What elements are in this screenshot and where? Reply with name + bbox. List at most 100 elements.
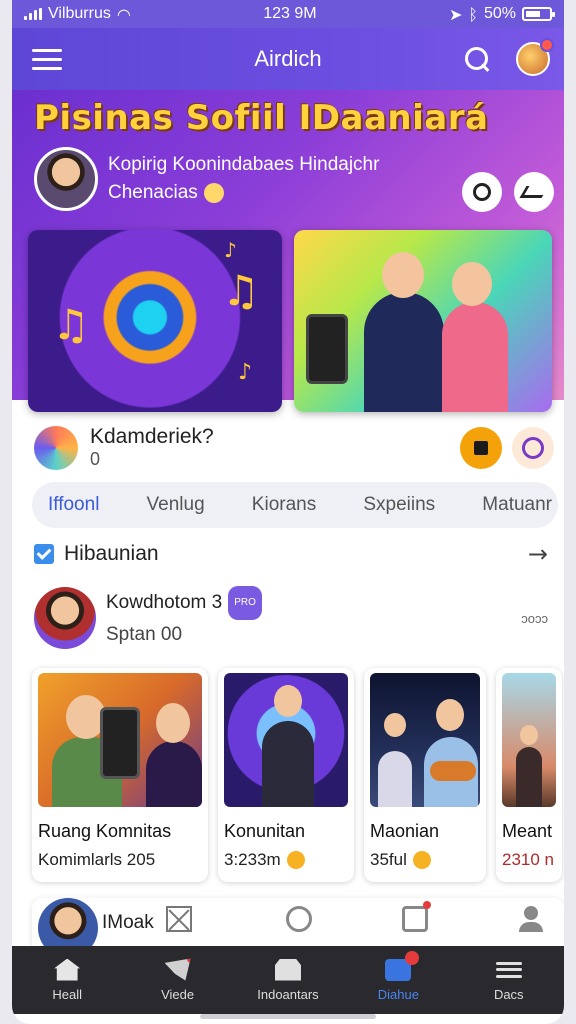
music-note-icon: ♪ [224,238,237,262]
content-card[interactable]: Konunitan 3:233m [218,668,354,882]
home-indicator[interactable] [200,1014,376,1019]
person-head [384,713,406,737]
card-thumbnail [224,673,348,807]
app-logo-icon [34,426,78,470]
circle-icon [522,437,544,459]
store-icon [274,958,301,981]
wifi-icon: ◠ [116,4,131,24]
featured-user-row[interactable]: Kowdhotom 3 PRO Sptan 00 ɔoɔɔ [34,586,548,650]
profile-avatar-button[interactable] [516,38,554,76]
share-button[interactable] [514,172,554,212]
nav-item-home[interactable]: Heall [17,958,117,1002]
music-feature-image[interactable]: ♫ ♫ ♪ ♪ [28,230,282,412]
card-title: Meant [502,821,553,841]
nav-label: Dacs [493,986,524,1002]
person-head [274,685,302,717]
share-icon [519,186,549,198]
community-feature-image[interactable] [294,230,552,412]
card-meta: 2310 n [502,850,554,869]
music-note-icon: ♫ [52,300,90,349]
record-circle-button[interactable] [512,427,554,469]
person-head [452,262,492,306]
person-figure [262,721,314,807]
hero-title: Pisinas Sofiil IDaaniará [34,98,489,138]
person-figure [378,751,412,807]
tab-4[interactable]: Matuanr [482,486,552,524]
prompt-row[interactable]: Kdamderiek? 0 [12,420,564,476]
search-icon[interactable] [464,46,490,72]
card-thumbnail [38,673,202,807]
location-icon: ➤ [448,4,463,24]
notification-dot [540,38,554,52]
nav-item-calendar[interactable]: Diahue [348,950,448,1002]
person-head [436,699,464,731]
menu-icon[interactable] [32,48,62,70]
tab-2[interactable]: Kiorans [252,486,316,524]
nav-label: Indoantars [257,986,319,1002]
notification-dot [405,950,420,965]
person-figure [364,292,444,412]
guitar-image [430,761,476,781]
section-title: Hibaunian [64,542,159,565]
target-icon[interactable] [286,906,312,932]
tab-0[interactable]: Iffoonl [48,486,99,524]
close-box-icon[interactable] [166,906,192,932]
nav-label: Diahue [377,986,419,1002]
person-head [520,725,538,745]
tab-1[interactable]: Venlug [147,486,205,524]
content-card[interactable]: Ruang Komnitas Komimlarls 205 [32,668,208,882]
card-meta: 35ful [370,850,407,869]
signal-icon [24,8,42,20]
smile-emoji-icon [203,183,224,203]
section-checkbox[interactable] [34,544,54,564]
battery-icon [521,7,555,21]
category-tabs: Iffoonl Venlug Kiorans Sxpeiins Matuanr [32,482,558,528]
tab-3[interactable]: Sxpeiins [363,486,435,524]
nav-label: Viede [161,986,195,1002]
calendar-icon [385,950,420,981]
nav-item-video[interactable]: Viede [128,958,228,1002]
menu-icon [495,959,522,981]
person-icon[interactable] [518,906,544,932]
card-thumbnail [502,673,556,807]
arrow-right-icon[interactable]: → [528,540,548,568]
bluetooth-icon: ᛒ [468,4,478,24]
card-title: Maonian [370,821,440,841]
phone-image [100,707,140,779]
nav-label: Heall [52,986,82,1002]
stop-button[interactable] [460,427,502,469]
record-button[interactable] [462,172,502,212]
nav-item-store[interactable]: Indoantars [238,958,338,1002]
coin-icon [412,851,431,869]
section-header: Hibaunian → [34,538,548,570]
content-card[interactable]: Maonian 35ful [364,668,486,882]
person-head [382,252,424,298]
music-note-icon: ♪ [238,360,253,385]
avatar[interactable] [34,147,98,211]
status-bar: Vilburrus ◠ 123 9M ➤ ᛒ 50% [12,0,564,28]
nav-item-menu[interactable]: Dacs [459,959,559,1002]
hero-user-line2: Chenacias [108,182,198,203]
home-icon [54,958,81,981]
content-card-list: Ruang Komnitas Komimlarls 205 Konunitan … [32,668,564,882]
clock: 123 9M [263,5,317,22]
person-head [156,703,190,743]
circle-icon [473,183,491,201]
featured-user-subtitle: Sptan 00 [106,624,183,645]
coin-icon [286,851,305,869]
music-note-icon: ♫ [222,266,260,315]
card-title: Konunitan [224,821,306,841]
card-meta: 3:233m [224,850,281,869]
featured-user-name: Kowdhotom 3 [106,592,223,614]
card-title: Ruang Komnitas [38,821,172,841]
battery-percent: 50% [483,5,516,22]
carrier-label: Vilburrus [48,5,111,22]
hero-user-line1: Kopirig Koonindabaes Hindajchr [108,154,380,175]
list-item-name: IMoak [102,912,154,933]
person-figure [442,302,508,412]
prompt-count: 0 [90,449,101,469]
content-card[interactable]: Meant 2310 n [496,668,562,882]
app-bar: Airdich [12,28,564,90]
avatar[interactable] [34,587,96,649]
message-icon[interactable] [402,901,431,932]
